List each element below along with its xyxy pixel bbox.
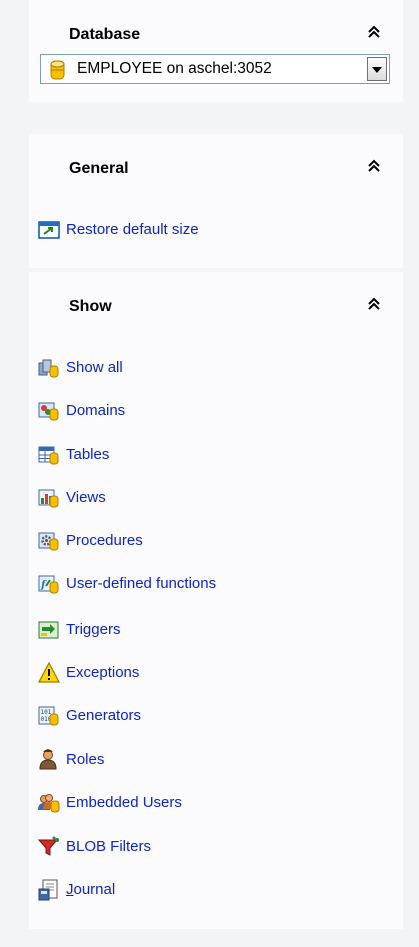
show-group-title: Show (69, 298, 112, 315)
blob-filters-icon (37, 836, 60, 858)
database-icon (47, 59, 69, 81)
database-group-title: Database (69, 26, 141, 43)
generators-label: Generators (66, 707, 142, 724)
tables-icon (38, 444, 60, 466)
procedures-icon (38, 530, 60, 552)
blob-filters-label: BLOB Filters (66, 838, 152, 855)
journal-label: Journal (66, 881, 116, 898)
collapse-general-icon[interactable] (367, 158, 381, 174)
triggers-label: Triggers (66, 621, 121, 638)
show-all-icon (38, 357, 60, 379)
restore-default-size-label: Restore default size (66, 221, 199, 238)
database-group-header[interactable]: Database (29, 0, 403, 59)
restore-size-icon (38, 219, 60, 241)
collapse-show-icon[interactable] (367, 296, 381, 312)
database-select-value: EMPLOYEE on aschel:3052 (77, 60, 272, 77)
generators-icon: 101 010 (38, 705, 60, 727)
embedded-users-icon (38, 792, 60, 814)
warning-icon (38, 661, 60, 684)
general-group-header[interactable]: General (29, 134, 403, 193)
udf-icon: f (38, 573, 60, 595)
navigation-bar-panel: Database EMPLOYEE on aschel:3052 General (0, 0, 419, 947)
show-group: Show Show all Domains Tables Views Proce… (29, 272, 403, 929)
triggers-icon (38, 619, 60, 641)
roles-icon (38, 749, 60, 771)
general-group-title: General (69, 160, 129, 177)
views-label: Views (66, 489, 106, 506)
roles-label: Roles (66, 751, 105, 768)
database-select[interactable]: EMPLOYEE on aschel:3052 (40, 54, 390, 84)
show-all-label: Show all (66, 359, 123, 376)
collapse-database-icon[interactable] (367, 24, 381, 40)
user-defined-functions-label: User-defined functions (66, 575, 217, 592)
dropdown-arrow-icon[interactable] (367, 57, 387, 81)
tables-label: Tables (66, 446, 110, 463)
embedded-users-label: Embedded Users (66, 794, 182, 811)
show-group-header[interactable]: Show (29, 272, 403, 331)
domains-label: Domains (66, 402, 126, 419)
views-icon (38, 487, 60, 509)
general-group: General Restore default size (29, 134, 403, 268)
domains-icon (38, 400, 60, 422)
exceptions-label: Exceptions (66, 664, 140, 681)
journal-icon (38, 879, 60, 901)
database-group: Database EMPLOYEE on aschel:3052 (29, 0, 403, 102)
procedures-label: Procedures (66, 532, 143, 549)
